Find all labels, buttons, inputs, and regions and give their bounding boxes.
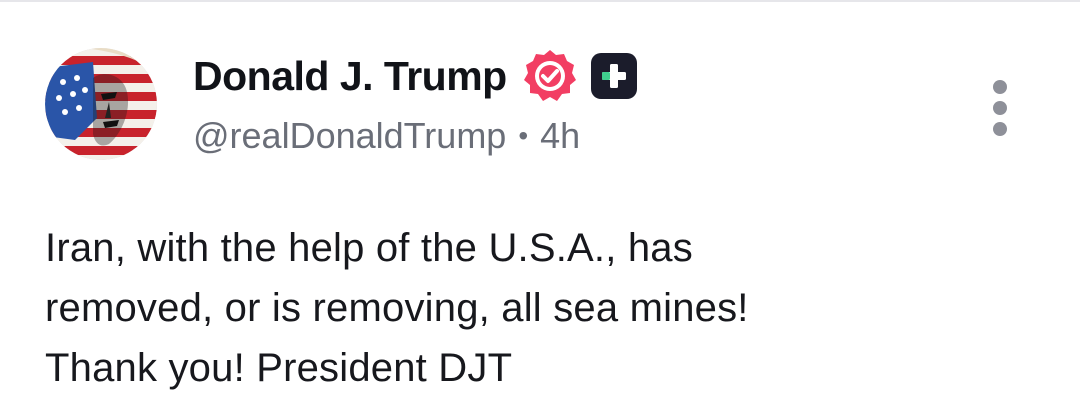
avatar-image <box>45 48 157 160</box>
post-card: Donald J. Trump @realDonaldTrump • 4h Ir… <box>0 0 1080 417</box>
post-body-line: removed, or is removing, all sea mines! <box>45 286 749 330</box>
post-body-line: Iran, with the help of the U.S.A., has <box>45 226 693 270</box>
author-meta-row: @realDonaldTrump • 4h <box>193 112 580 160</box>
author-handle[interactable]: @realDonaldTrump <box>193 115 506 157</box>
meta-separator: • <box>518 120 529 151</box>
post-body: Iran, with the help of the U.S.A., has r… <box>45 218 1035 398</box>
verified-badge-icon <box>523 50 576 101</box>
post-body-line: Thank you! President DJT <box>45 346 513 390</box>
more-vertical-icon <box>993 80 1007 94</box>
more-vertical-icon <box>993 122 1007 136</box>
author-display-name[interactable]: Donald J. Trump <box>193 53 507 100</box>
more-vertical-icon <box>993 101 1007 115</box>
avatar[interactable] <box>45 48 157 160</box>
post-timestamp[interactable]: 4h <box>540 115 580 157</box>
author-name-row: Donald J. Trump <box>193 48 637 104</box>
more-options-button[interactable] <box>980 80 1020 136</box>
plus-square-icon <box>590 53 637 99</box>
